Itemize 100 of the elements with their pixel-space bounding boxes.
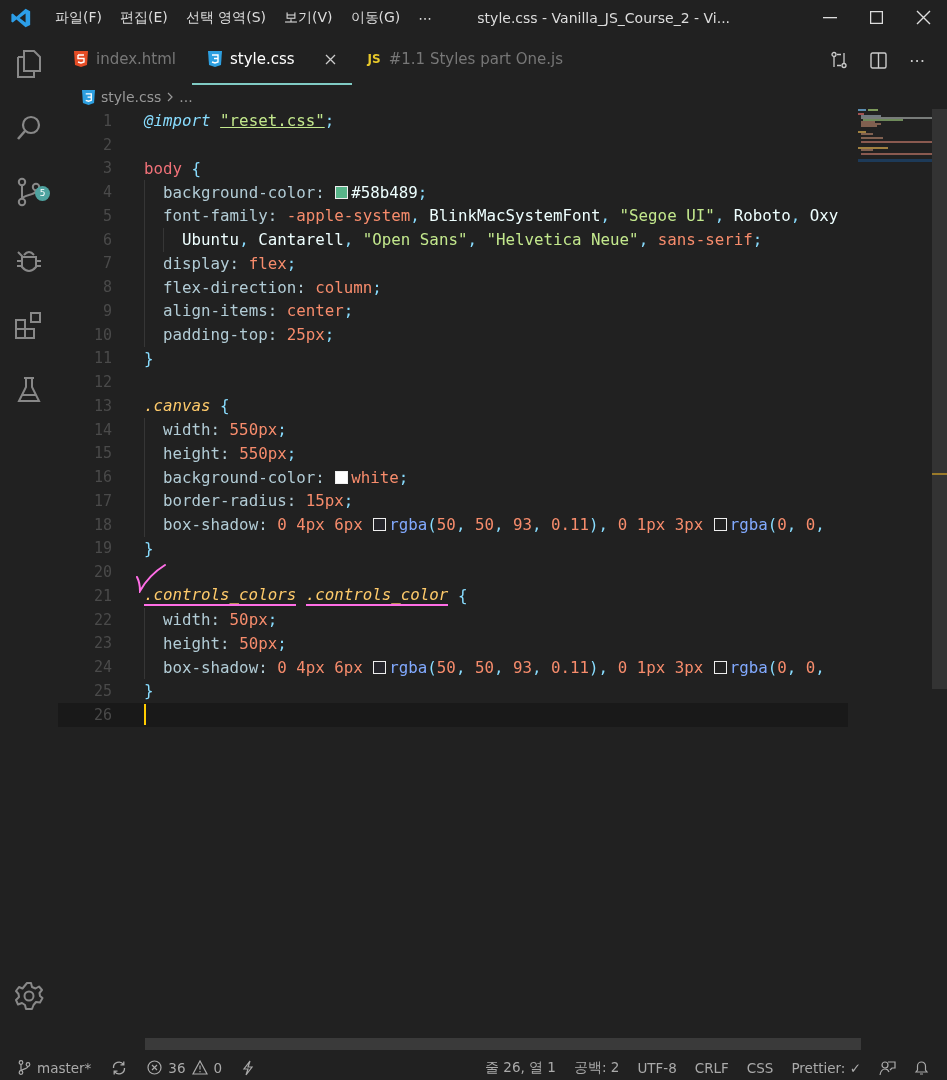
sync-icon[interactable] (111, 1059, 128, 1076)
code-text: rgba (729, 515, 768, 535)
source-control-icon[interactable] (16, 177, 42, 207)
feedback-icon[interactable] (879, 1059, 896, 1076)
code-text: .controls_colors (144, 585, 297, 607)
notifications-icon[interactable] (914, 1059, 929, 1076)
menu-item[interactable]: 이동(G) (341, 8, 410, 27)
color-swatch[interactable] (373, 518, 387, 532)
editor-tab[interactable]: style.css (192, 35, 352, 85)
code-text: , (493, 657, 505, 677)
color-swatch[interactable] (335, 470, 349, 484)
flask-icon[interactable] (16, 376, 42, 404)
scrollbar[interactable] (932, 109, 947, 689)
menu-item[interactable]: 선택 영역(S) (176, 8, 276, 27)
code-text: , (410, 206, 421, 226)
lightning-icon[interactable] (242, 1059, 255, 1076)
code-text: ( (767, 657, 778, 677)
code-text: ; (398, 467, 409, 487)
code-text: height: (163, 443, 231, 463)
code-text: background-color: (163, 467, 326, 487)
breadcrumb-file[interactable]: style.css (101, 89, 162, 105)
code-text: ( (427, 657, 437, 677)
code-text: BlinkMacSystemFont (429, 206, 601, 226)
code-text: 50px (239, 633, 278, 653)
code-text: center (286, 301, 344, 321)
code-text: ; (343, 491, 354, 511)
settings-icon[interactable] (14, 981, 44, 1011)
code-text: 50 (436, 657, 456, 677)
code-text: } (144, 681, 154, 701)
more-actions[interactable]: ⋯ (909, 50, 925, 70)
split-editor-icon[interactable] (870, 51, 887, 69)
compare-changes-icon[interactable] (830, 51, 848, 69)
more-menu[interactable]: ⋯ (409, 9, 442, 26)
menu-item[interactable]: 편집(E) (111, 8, 177, 27)
search-icon[interactable] (15, 114, 43, 142)
code-text: ; (324, 325, 335, 345)
status-item[interactable]: Prettier: ✓ (791, 1059, 861, 1076)
menu-item[interactable]: 파일(F) (46, 8, 111, 27)
js-file-icon: JS (367, 52, 381, 66)
code-text: Ubuntu (182, 230, 240, 250)
code-text: ; (372, 277, 382, 297)
code-text: , (467, 230, 478, 250)
code-text: , (600, 206, 612, 226)
status-item[interactable]: 줄 26, 열 1 (485, 1058, 556, 1077)
code-text: box-shadow: (163, 657, 269, 677)
status-item[interactable]: UTF-8 (637, 1059, 677, 1076)
code-text: Oxy (809, 206, 839, 226)
code-text: 0 1px 3px (617, 657, 705, 677)
error-count[interactable]: 36 (168, 1059, 186, 1076)
code-text: } (144, 538, 154, 558)
files-icon[interactable] (15, 49, 43, 79)
code-text: ; (277, 420, 287, 440)
code-text: width: (163, 420, 222, 440)
maximize-icon[interactable] (870, 11, 883, 24)
code-text: ), (589, 657, 610, 677)
status-item[interactable]: CSS (746, 1059, 774, 1076)
code-text: ; (267, 610, 278, 630)
breadcrumb-more[interactable]: ... (179, 89, 193, 105)
editor-tab[interactable]: index.html (58, 35, 192, 85)
code-text: #58b489 (351, 182, 418, 202)
code-text: ; (277, 633, 287, 653)
close-icon[interactable] (916, 10, 931, 25)
minimize-icon[interactable] (823, 16, 837, 19)
code-text: align-items: (163, 301, 279, 321)
branch-name[interactable]: master* (37, 1059, 92, 1076)
status-item[interactable]: CRLF (694, 1059, 729, 1076)
menu-item[interactable]: 보기(V) (275, 8, 342, 27)
code-text: column (315, 277, 373, 297)
code-text: font-family: (163, 206, 279, 226)
warning-count[interactable]: 0 (213, 1059, 223, 1076)
code-text: 50 (474, 515, 494, 535)
code-text: ; (417, 182, 428, 202)
css-file-icon (208, 51, 222, 67)
color-swatch[interactable] (713, 518, 727, 532)
code-text: "reset.css" (220, 111, 325, 131)
code-text: Cantarell (258, 230, 344, 250)
code-text: , (532, 515, 543, 535)
horizontal-scrollbar[interactable] (145, 1038, 861, 1050)
code-text: ( (427, 515, 437, 535)
code-text: ; (752, 230, 763, 250)
code-text: , (532, 657, 543, 677)
color-swatch[interactable] (373, 660, 387, 674)
code-text: white (351, 467, 399, 487)
html-file-icon (74, 51, 88, 67)
chevron-icon (167, 92, 174, 102)
branch-icon (18, 1060, 31, 1075)
status-item[interactable]: 공백: 2 (573, 1058, 620, 1077)
code-text: ), (589, 515, 610, 535)
vscode-logo-icon (10, 6, 32, 29)
code-text: , (343, 230, 355, 250)
code-text: , (493, 515, 505, 535)
extensions-icon[interactable] (14, 311, 44, 341)
code-text: 0 (777, 657, 787, 677)
code-text: { (191, 158, 202, 178)
code-text: box-shadow: (163, 515, 269, 535)
color-swatch[interactable] (713, 660, 727, 674)
code-text: { (457, 586, 468, 606)
close-tab-icon[interactable] (324, 53, 336, 65)
editor-tab[interactable]: JS #1.1 Styles part One.js (351, 35, 579, 85)
color-swatch[interactable] (335, 185, 349, 199)
